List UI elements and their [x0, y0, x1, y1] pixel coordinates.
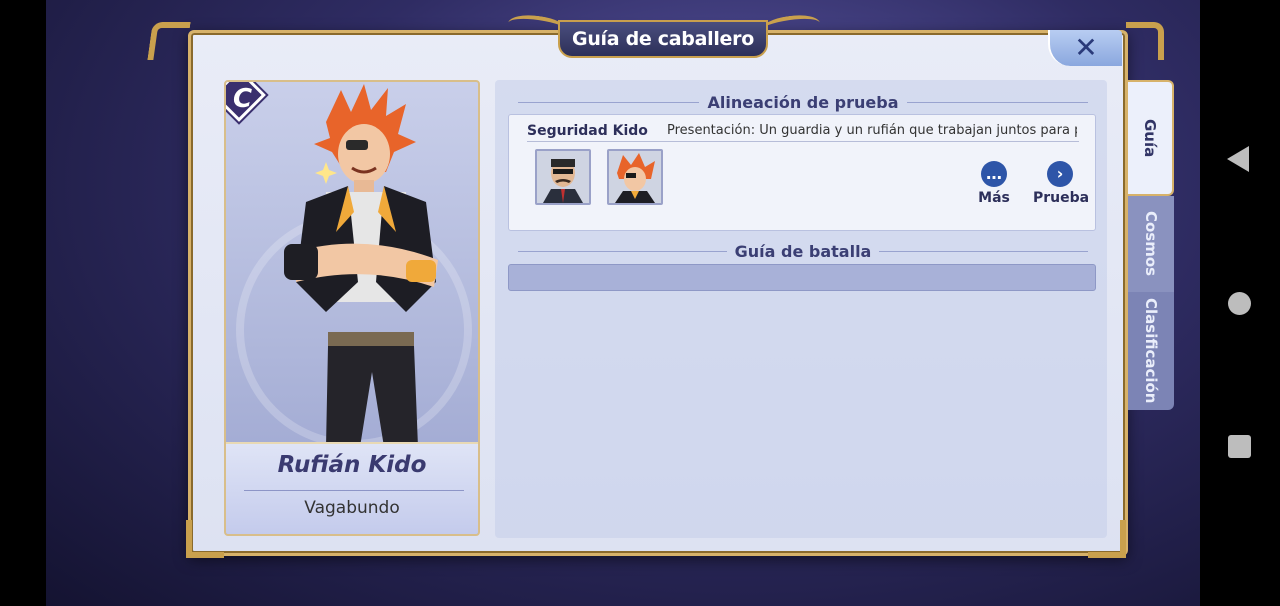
battle-heading: Guía de batalla: [734, 241, 872, 261]
team-description: Presentación: Un guardia y un rufián que…: [667, 123, 1077, 138]
character-name: Rufián Kido: [277, 452, 427, 478]
more-label: Más: [978, 190, 1010, 206]
chat-bubble-icon: …: [981, 161, 1007, 187]
tab-cosmos[interactable]: Cosmos: [1128, 196, 1174, 292]
character-name-plate: Rufián Kido Vagabundo: [226, 442, 478, 534]
team-member-avatar[interactable]: [607, 149, 663, 205]
character-portrait-card: C Rufián Kido Vagabundo: [224, 80, 480, 536]
dialog-title-plate: Guía de caballero: [558, 20, 768, 58]
character-portrait: [284, 84, 438, 447]
lineup-card: Seguridad Kido Presentación: Un guardia …: [508, 114, 1096, 231]
dialog-title: Guía de caballero: [572, 28, 754, 50]
ruffian-avatar-icon: [609, 151, 661, 203]
divider: [244, 490, 464, 491]
battle-guide-bar[interactable]: [508, 264, 1096, 291]
more-button[interactable]: … Más: [967, 161, 1021, 206]
screen-edge: [0, 0, 46, 606]
close-icon: ✕: [1074, 31, 1098, 64]
test-label: Prueba: [1033, 190, 1090, 206]
home-icon[interactable]: [1228, 292, 1251, 315]
lineup-heading: Alineación de prueba: [707, 92, 899, 112]
tab-label: Clasificación: [1142, 298, 1160, 404]
tab-label: Guía: [1141, 118, 1159, 158]
recent-apps-icon[interactable]: [1228, 435, 1251, 458]
lineup-section-header: Alineación de prueba: [510, 91, 1096, 113]
team-member-avatar[interactable]: [535, 149, 591, 205]
close-button[interactable]: ✕: [1048, 30, 1122, 66]
test-button[interactable]: › Prueba: [1033, 161, 1090, 206]
chevron-right-icon: ›: [1047, 161, 1073, 187]
divider: [527, 141, 1079, 142]
back-icon[interactable]: [1227, 146, 1249, 172]
guard-avatar-icon: [537, 151, 589, 203]
character-class: Vagabundo: [304, 498, 400, 518]
team-name: Seguridad Kido: [527, 123, 648, 139]
tab-guide[interactable]: Guía: [1128, 80, 1174, 196]
frame-ornament: [1126, 22, 1164, 60]
rank-letter: C: [233, 84, 253, 114]
battle-section-header: Guía de batalla: [510, 240, 1096, 262]
tab-ranking[interactable]: Clasificación: [1128, 292, 1174, 410]
frame-ornament: [147, 22, 191, 60]
frame-ornament: [186, 520, 224, 558]
tab-label: Cosmos: [1142, 211, 1160, 277]
